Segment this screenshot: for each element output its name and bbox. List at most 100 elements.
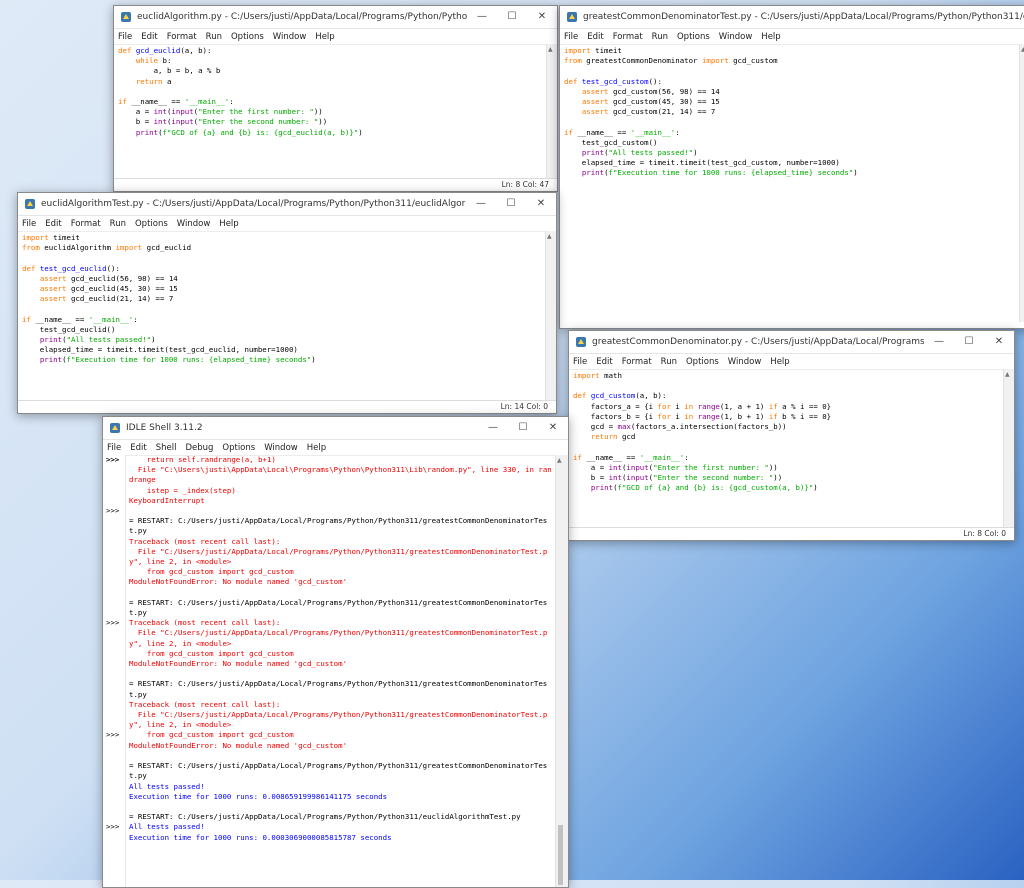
scroll-up-icon[interactable]: ▲ bbox=[557, 457, 562, 464]
shell-line bbox=[129, 588, 552, 598]
menu-file[interactable]: File bbox=[107, 443, 121, 453]
menu-shell[interactable]: Shell bbox=[156, 443, 177, 453]
menu-debug[interactable]: Debug bbox=[185, 443, 213, 453]
shell-output[interactable]: return self.randrange(a, b+1) File "C:\U… bbox=[125, 455, 556, 887]
menu-format[interactable]: Format bbox=[622, 357, 652, 367]
menu-edit[interactable]: Edit bbox=[596, 357, 612, 367]
menu-run[interactable]: Run bbox=[661, 357, 677, 367]
code-token: "Enter the first number: " bbox=[653, 462, 769, 472]
menu-window[interactable]: Window bbox=[719, 32, 753, 42]
code-token: greatestCommonDenominator bbox=[581, 56, 702, 66]
title-bar[interactable]: greatestCommonDenominatorTest.py - C:/Us… bbox=[560, 6, 1024, 29]
code-line: return a bbox=[118, 77, 543, 87]
shell-line: Execution time for 1000 runs: 0.00865919… bbox=[129, 791, 388, 801]
menu-help[interactable]: Help bbox=[315, 32, 334, 42]
shell-line: from gcd_custom import gcd_custom bbox=[129, 567, 294, 577]
menu-format[interactable]: Format bbox=[613, 32, 643, 42]
menu-file[interactable]: File bbox=[564, 32, 578, 42]
vertical-scrollbar[interactable]: ▲ bbox=[1003, 369, 1014, 528]
menu-help[interactable]: Help bbox=[307, 443, 326, 453]
editor-window-euclid-test[interactable]: euclidAlgorithmTest.py - C:/Users/justi/… bbox=[17, 192, 557, 414]
close-icon[interactable]: ✕ bbox=[526, 193, 556, 215]
menu-window[interactable]: Window bbox=[728, 357, 762, 367]
menu-edit[interactable]: Edit bbox=[587, 32, 603, 42]
code-token: '__main__' bbox=[639, 452, 685, 462]
vertical-scrollbar[interactable]: ▲ bbox=[545, 231, 556, 401]
editor-window-gcd-test[interactable]: greatestCommonDenominatorTest.py - C:/Us… bbox=[559, 5, 1024, 329]
code-token: f"GCD of {a} and {b} is: {gcd_euclid(a, … bbox=[162, 127, 359, 137]
code-token: '__main__' bbox=[630, 127, 676, 137]
menu-edit[interactable]: Edit bbox=[45, 219, 61, 229]
code-token: from bbox=[564, 56, 582, 66]
minimize-icon[interactable]: — bbox=[467, 6, 497, 28]
menu-format[interactable]: Format bbox=[71, 219, 101, 229]
vertical-scrollbar[interactable]: ▲ bbox=[555, 455, 568, 887]
menu-run[interactable]: Run bbox=[206, 32, 222, 42]
shell-line: = RESTART: C:/Users/justi/AppData/Local/… bbox=[129, 516, 548, 536]
code-editor[interactable]: import math def gcd_custom(a, b): factors… bbox=[569, 369, 1004, 528]
vertical-scrollbar[interactable]: ▲ bbox=[546, 44, 557, 179]
menu-options[interactable]: Options bbox=[686, 357, 719, 367]
code-editor[interactable]: def gcd_euclid(a, b): while b: a, b = b,… bbox=[114, 44, 547, 179]
code-line: assert gcd_custom(21, 14) == 7 bbox=[564, 107, 1016, 117]
close-icon[interactable]: ✕ bbox=[538, 417, 568, 439]
maximize-icon[interactable]: ☐ bbox=[497, 6, 527, 28]
code-token: )) bbox=[768, 462, 778, 472]
title-bar[interactable]: euclidAlgorithmTest.py - C:/Users/justi/… bbox=[18, 193, 556, 216]
menu-help[interactable]: Help bbox=[219, 219, 238, 229]
code-line: def gcd_euclid(a, b): bbox=[118, 46, 543, 56]
minimize-icon[interactable]: — bbox=[466, 193, 496, 215]
idle-shell-window[interactable]: IDLE Shell 3.11.2 — ☐ ✕ File Edit Shell Deb… bbox=[102, 416, 569, 888]
scrollbar-thumb[interactable] bbox=[558, 825, 563, 885]
menu-file[interactable]: File bbox=[573, 357, 587, 367]
code-editor[interactable]: import timeit from greatestCommonDenomina… bbox=[560, 44, 1020, 322]
menu-window[interactable]: Window bbox=[177, 219, 211, 229]
code-line: print("All tests passed!") bbox=[22, 335, 542, 345]
code-token: "Enter the first number: " bbox=[198, 107, 314, 117]
menu-run[interactable]: Run bbox=[652, 32, 668, 42]
menu-options[interactable]: Options bbox=[135, 219, 168, 229]
menu-file[interactable]: File bbox=[118, 32, 132, 42]
python-idle-icon bbox=[110, 423, 120, 433]
menu-help[interactable]: Help bbox=[761, 32, 780, 42]
minimize-icon[interactable]: — bbox=[478, 417, 508, 439]
vertical-scrollbar[interactable]: ▲ bbox=[1019, 44, 1024, 322]
code-token: import bbox=[564, 46, 591, 55]
menu-bar: File Edit Format Run Options Window Help bbox=[560, 29, 1024, 45]
scroll-up-icon[interactable]: ▲ bbox=[548, 46, 553, 53]
menu-options[interactable]: Options bbox=[231, 32, 264, 42]
menu-options[interactable]: Options bbox=[222, 443, 255, 453]
code-token: gcd_custom bbox=[590, 391, 636, 401]
close-icon[interactable]: ✕ bbox=[984, 331, 1014, 353]
menu-window[interactable]: Window bbox=[273, 32, 307, 42]
menu-help[interactable]: Help bbox=[770, 357, 789, 367]
maximize-icon[interactable]: ☐ bbox=[508, 417, 538, 439]
title-bar[interactable]: IDLE Shell 3.11.2 — ☐ ✕ bbox=[103, 417, 568, 440]
editor-window-euclid-algorithm[interactable]: euclidAlgorithm.py - C:/Users/justi/AppD… bbox=[113, 5, 558, 192]
menu-window[interactable]: Window bbox=[264, 443, 298, 453]
menu-edit[interactable]: Edit bbox=[141, 32, 157, 42]
code-token: "All tests passed!" bbox=[608, 148, 694, 157]
menu-format[interactable]: Format bbox=[167, 32, 197, 42]
scroll-up-icon[interactable]: ▲ bbox=[547, 233, 552, 240]
title-bar[interactable]: greatestCommonDenominator.py - C:/Users/… bbox=[569, 331, 1014, 354]
python-idle-icon bbox=[25, 199, 35, 209]
menu-options[interactable]: Options bbox=[677, 32, 710, 42]
menu-file[interactable]: File bbox=[22, 219, 36, 229]
code-editor[interactable]: import timeit from euclidAlgorithm import… bbox=[18, 231, 546, 401]
close-icon[interactable]: ✕ bbox=[527, 6, 557, 28]
minimize-icon[interactable]: — bbox=[924, 331, 954, 353]
code-token: gcd_custom(45, 30) == 15 bbox=[608, 97, 720, 106]
menu-run[interactable]: Run bbox=[110, 219, 126, 229]
scroll-up-icon[interactable]: ▲ bbox=[1005, 371, 1010, 378]
maximize-icon[interactable]: ☐ bbox=[954, 331, 984, 353]
editor-window-gcd-custom[interactable]: greatestCommonDenominator.py - C:/Users/… bbox=[568, 330, 1015, 541]
maximize-icon[interactable]: ☐ bbox=[496, 193, 526, 215]
title-bar[interactable]: euclidAlgorithm.py - C:/Users/justi/AppD… bbox=[114, 6, 557, 29]
shell-line: All tests passed! bbox=[129, 781, 205, 791]
menu-edit[interactable]: Edit bbox=[130, 443, 146, 453]
